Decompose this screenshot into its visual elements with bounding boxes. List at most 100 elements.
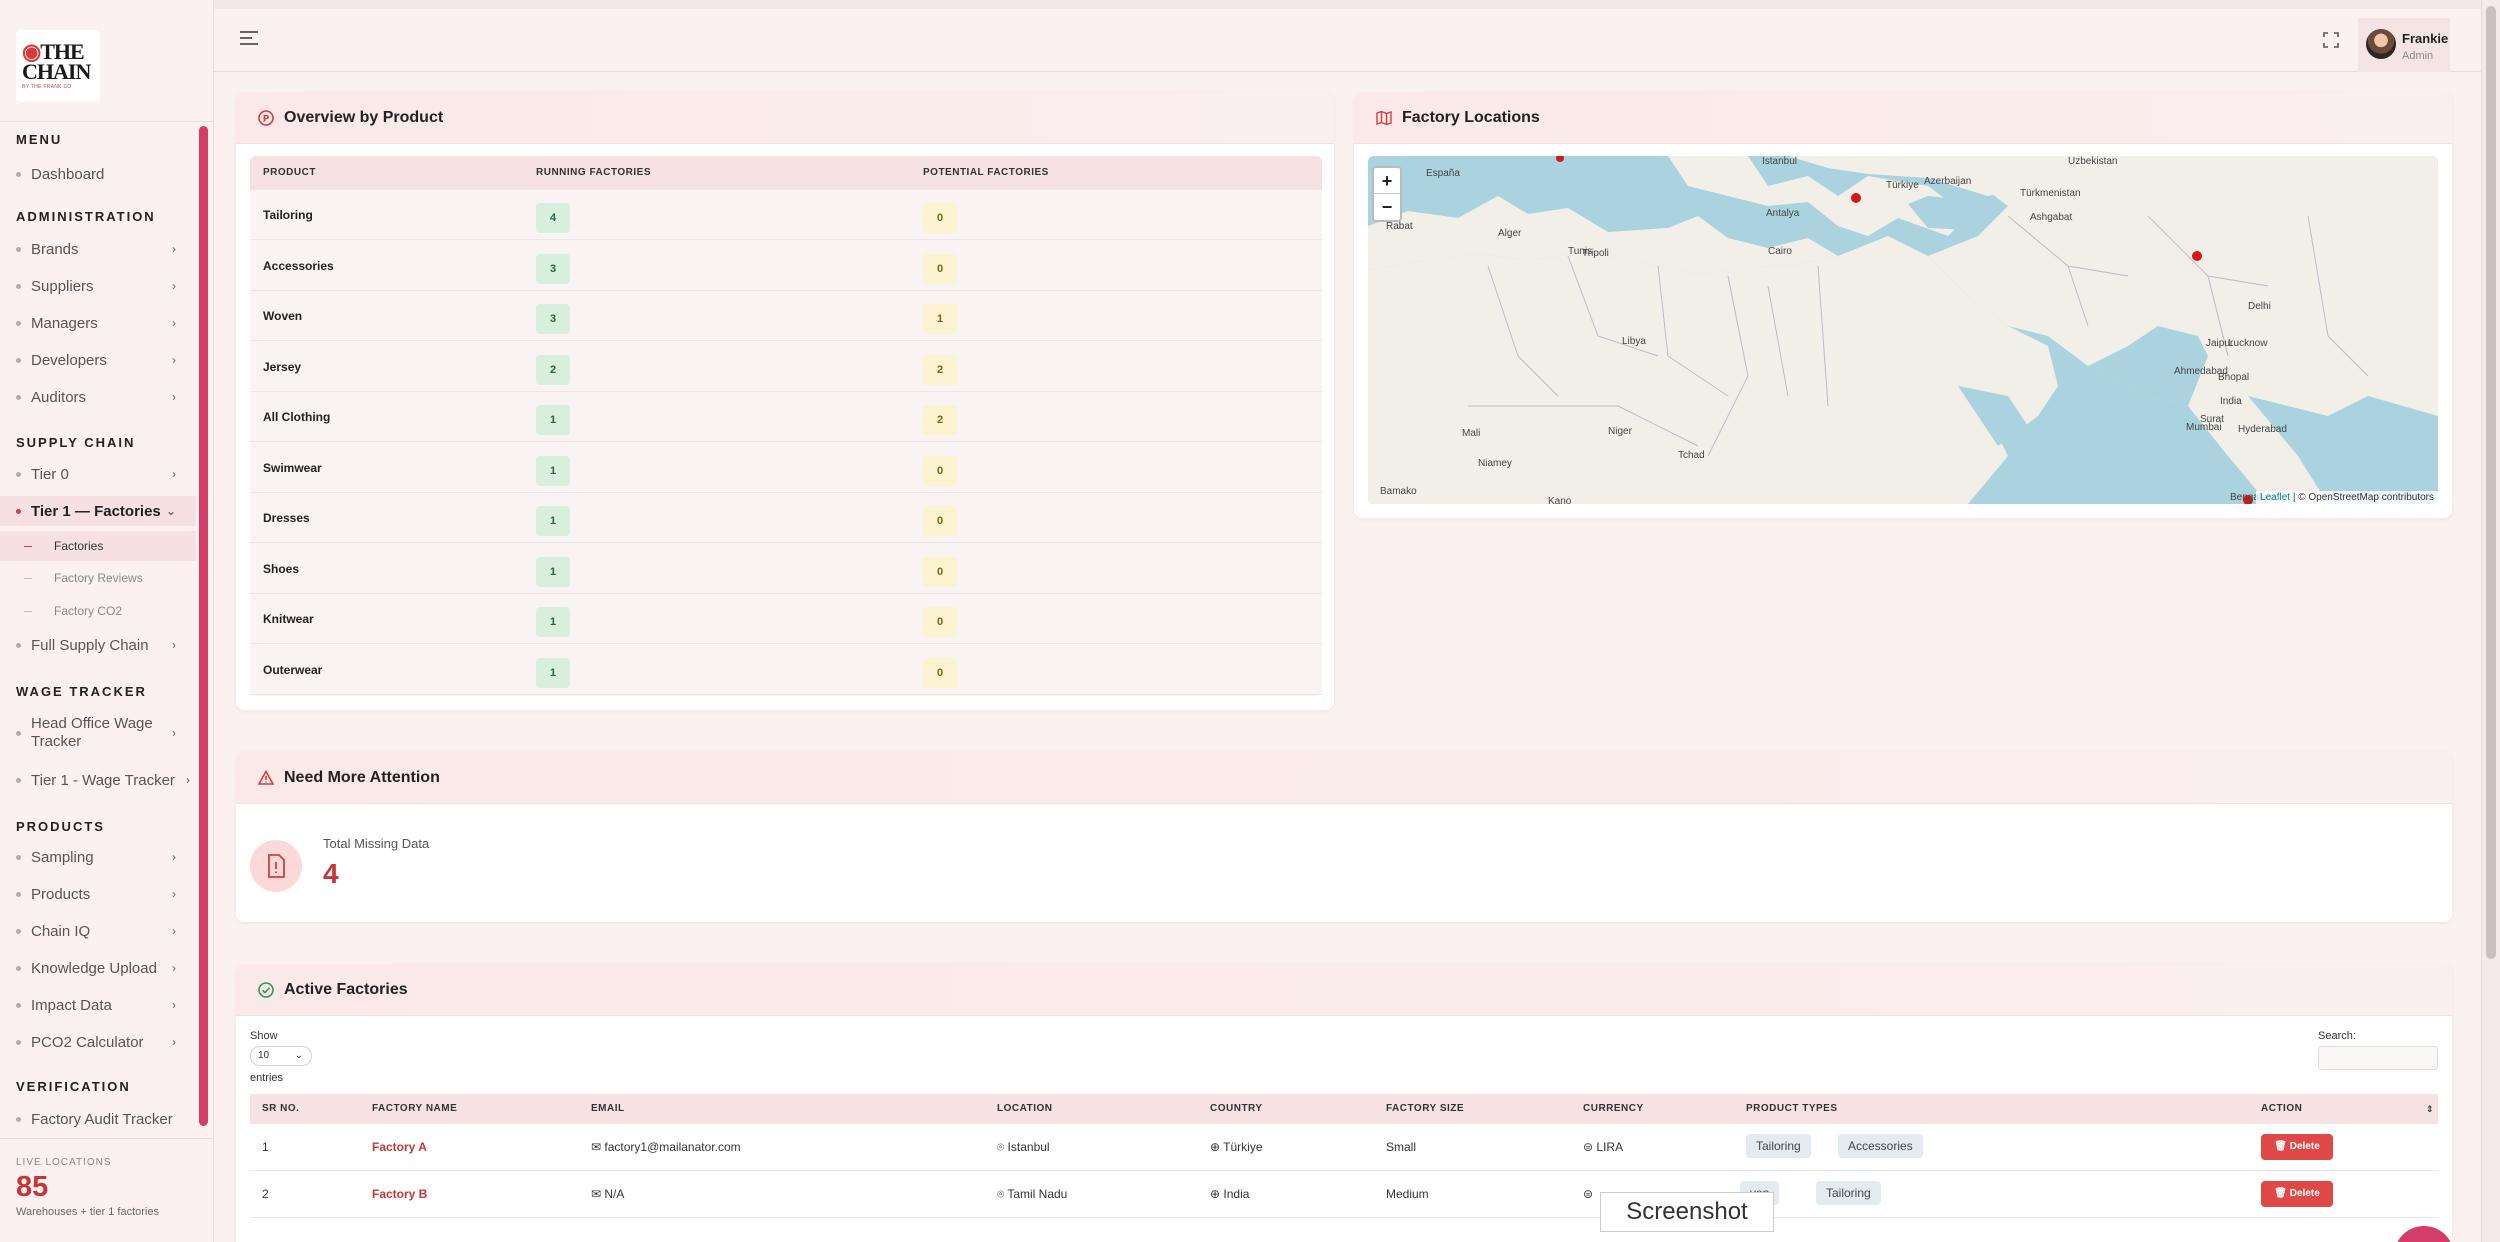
leaflet-link[interactable]: Leaflet <box>2260 492 2290 503</box>
factory-name-link[interactable]: Factory B <box>372 1171 427 1218</box>
search-label: Search: <box>2318 1030 2356 1042</box>
map-place-label: Niger <box>1608 426 1632 437</box>
brand-logo[interactable]: ◉THE CHAIN BY THE FRANK CO <box>16 30 100 102</box>
trash-icon: 🗑 <box>2274 1141 2290 1152</box>
fullscreen-icon[interactable] <box>2322 31 2340 49</box>
sidebar-item-dashboard[interactable]: Dashboard <box>0 159 196 189</box>
sidebar-subitem-factory-co2[interactable]: Factory CO2 <box>0 596 196 626</box>
chevron-right-icon: › <box>172 998 176 1012</box>
sidebar-item-suppliers[interactable]: Suppliers › <box>0 271 196 301</box>
table-row[interactable]: 2 Factory B ✉ N/A ⌾ Tamil Nadu ⊕ India Medium… <box>250 1171 2438 1218</box>
logo-area: ◉THE CHAIN BY THE FRANK CO <box>0 0 213 122</box>
chevron-right-icon: › <box>172 467 176 481</box>
potential-count-badge: 0 <box>923 253 957 284</box>
menu-toggle-icon[interactable] <box>240 31 258 49</box>
product-name: Tailoring <box>263 208 313 222</box>
sidebar-item-tier0[interactable]: Tier 0 › <box>0 459 196 489</box>
top-header: Frankie Admin <box>214 0 2481 72</box>
zoom-out-button[interactable]: − <box>1374 194 1400 220</box>
map-header: Factory Locations <box>1354 92 2452 144</box>
map-place-label: Kano <box>1548 496 1572 504</box>
sidebar-scrollbar[interactable] <box>197 122 212 1137</box>
running-count-badge: 2 <box>536 354 570 385</box>
running-count-badge: 1 <box>536 556 570 587</box>
col-sr[interactable]: SR NO. <box>262 1094 299 1124</box>
location-cell: ⌾ Tamil Nadu <box>997 1187 1068 1201</box>
country-cell: ⊕ India <box>1210 1187 1250 1201</box>
sidebar-item-managers[interactable]: Managers › <box>0 308 196 338</box>
sidebar-subitem-factories[interactable]: Factories <box>0 531 196 561</box>
sidebar-item-auditors[interactable]: Auditors › <box>0 382 196 412</box>
size-cell: Small <box>1386 1140 1417 1154</box>
sidebar-item-factory-audit[interactable]: Factory Audit Tracker <box>0 1104 196 1134</box>
col-potential: POTENTIAL FACTORIES <box>923 167 1049 178</box>
page-scroll-thumb[interactable] <box>2486 6 2496 959</box>
search-input[interactable] <box>2318 1046 2438 1070</box>
product-type-chip: Accessories <box>1838 1134 1923 1158</box>
sidebar-item-developers[interactable]: Developers › <box>0 345 196 375</box>
section-administration: ADMINISTRATION <box>16 209 156 224</box>
sidebar-item-tier1[interactable]: Tier 1 — Factories ⌄ <box>0 496 196 526</box>
potential-count-badge: 1 <box>923 304 957 334</box>
sidebar-item-full-supply-chain[interactable]: Full Supply Chain › <box>0 630 196 660</box>
running-count-badge: 1 <box>536 657 570 688</box>
chevron-right-icon: › <box>172 887 176 901</box>
sidebar-item-products[interactable]: Products › <box>0 879 196 909</box>
map-place-label: Tchad <box>1678 450 1705 461</box>
delete-button[interactable]: 🗑 Delete <box>2261 1134 2333 1160</box>
mail-icon: ✉ <box>591 1140 605 1154</box>
sidebar-item-sampling[interactable]: Sampling › <box>0 842 196 872</box>
sidebar-nav: MENU Dashboard ADMINISTRATION Brands › Su… <box>0 122 196 1137</box>
map-place-label: Antalya <box>1766 208 1800 219</box>
sidebar-item-chain-iq[interactable]: Chain IQ › <box>0 916 196 946</box>
map-place-label: Uzbekistan <box>2068 156 2118 167</box>
chevron-right-icon: › <box>172 638 176 652</box>
sort-icon[interactable]: ⇕ <box>2426 1094 2434 1124</box>
factory-name-link[interactable]: Factory A <box>372 1124 427 1171</box>
col-product-types[interactable]: PRODUCT TYPES <box>1746 1094 1838 1124</box>
product-row: Swimwear 1 0 <box>250 443 1322 493</box>
sidebar-scroll-thumb[interactable] <box>199 126 208 1126</box>
sidebar-subitem-factory-reviews[interactable]: Factory Reviews <box>0 563 196 593</box>
entries-label: entries <box>250 1072 284 1084</box>
table-row[interactable]: 1 Factory A ✉ factory1@mailanator.com ⌾ Ist… <box>250 1124 2438 1171</box>
product-row: Outerwear 1 0 <box>250 645 1322 695</box>
col-location[interactable]: LOCATION <box>997 1094 1052 1124</box>
col-country[interactable]: COUNTRY <box>1210 1094 1263 1124</box>
sr-cell: 1 <box>262 1140 269 1154</box>
currency-icon: ⊜ <box>1583 1187 1594 1201</box>
potential-count-badge: 0 <box>923 455 957 486</box>
chevron-right-icon: › <box>172 1035 176 1049</box>
col-email[interactable]: EMAIL <box>591 1094 625 1124</box>
running-count-badge: 1 <box>536 405 570 435</box>
warning-icon <box>258 769 274 785</box>
map-attribution: Leaflet | © OpenStreetMap contributors <box>2256 491 2438 504</box>
overview-header: P Overview by Product <box>236 92 1334 144</box>
map-icon <box>1376 110 1392 125</box>
col-factory-name[interactable]: FACTORY NAME <box>372 1094 457 1124</box>
sidebar-item-brands[interactable]: Brands › <box>0 234 196 264</box>
map-card: Factory Locations España Rabat Alger Tun… <box>1354 92 2452 518</box>
sidebar-item-knowledge-upload[interactable]: Knowledge Upload › <box>0 953 196 983</box>
overview-title: Overview by Product <box>284 108 444 126</box>
page-size-select[interactable]: 10 ⌄ <box>250 1046 312 1066</box>
zoom-in-button[interactable]: + <box>1374 168 1400 194</box>
product-name: Accessories <box>263 258 334 273</box>
sidebar-item-pco2[interactable]: PCO2 Calculator › <box>0 1027 196 1057</box>
col-product: PRODUCT <box>263 167 316 178</box>
user-menu[interactable]: Frankie Admin <box>2358 18 2450 72</box>
sidebar-item-tier1-wage[interactable]: Tier 1 - Wage Tracker › <box>0 765 196 795</box>
delete-button[interactable]: 🗑 Delete <box>2261 1181 2333 1207</box>
map-place-label: Cairo <box>1768 246 1792 257</box>
sidebar: ◉THE CHAIN BY THE FRANK CO MENU Dashboar… <box>0 0 214 1242</box>
sidebar-item-head-office-wage[interactable]: Head Office Wage Tracker › <box>0 711 196 755</box>
potential-count-badge: 2 <box>923 405 957 435</box>
col-currency[interactable]: CURRENCY <box>1583 1094 1644 1124</box>
factory-map[interactable]: España Rabat Alger Tunis Türkiye Istanbul Anta… <box>1368 156 2438 504</box>
potential-count-badge: 0 <box>923 506 957 536</box>
map-place-label: Mali <box>1462 428 1481 439</box>
sidebar-item-impact-data[interactable]: Impact Data › <box>0 990 196 1020</box>
page-scrollbar[interactable] <box>2481 0 2500 1242</box>
col-action[interactable]: ACTION <box>2261 1094 2302 1124</box>
col-factory-size[interactable]: FACTORY SIZE <box>1386 1094 1464 1124</box>
